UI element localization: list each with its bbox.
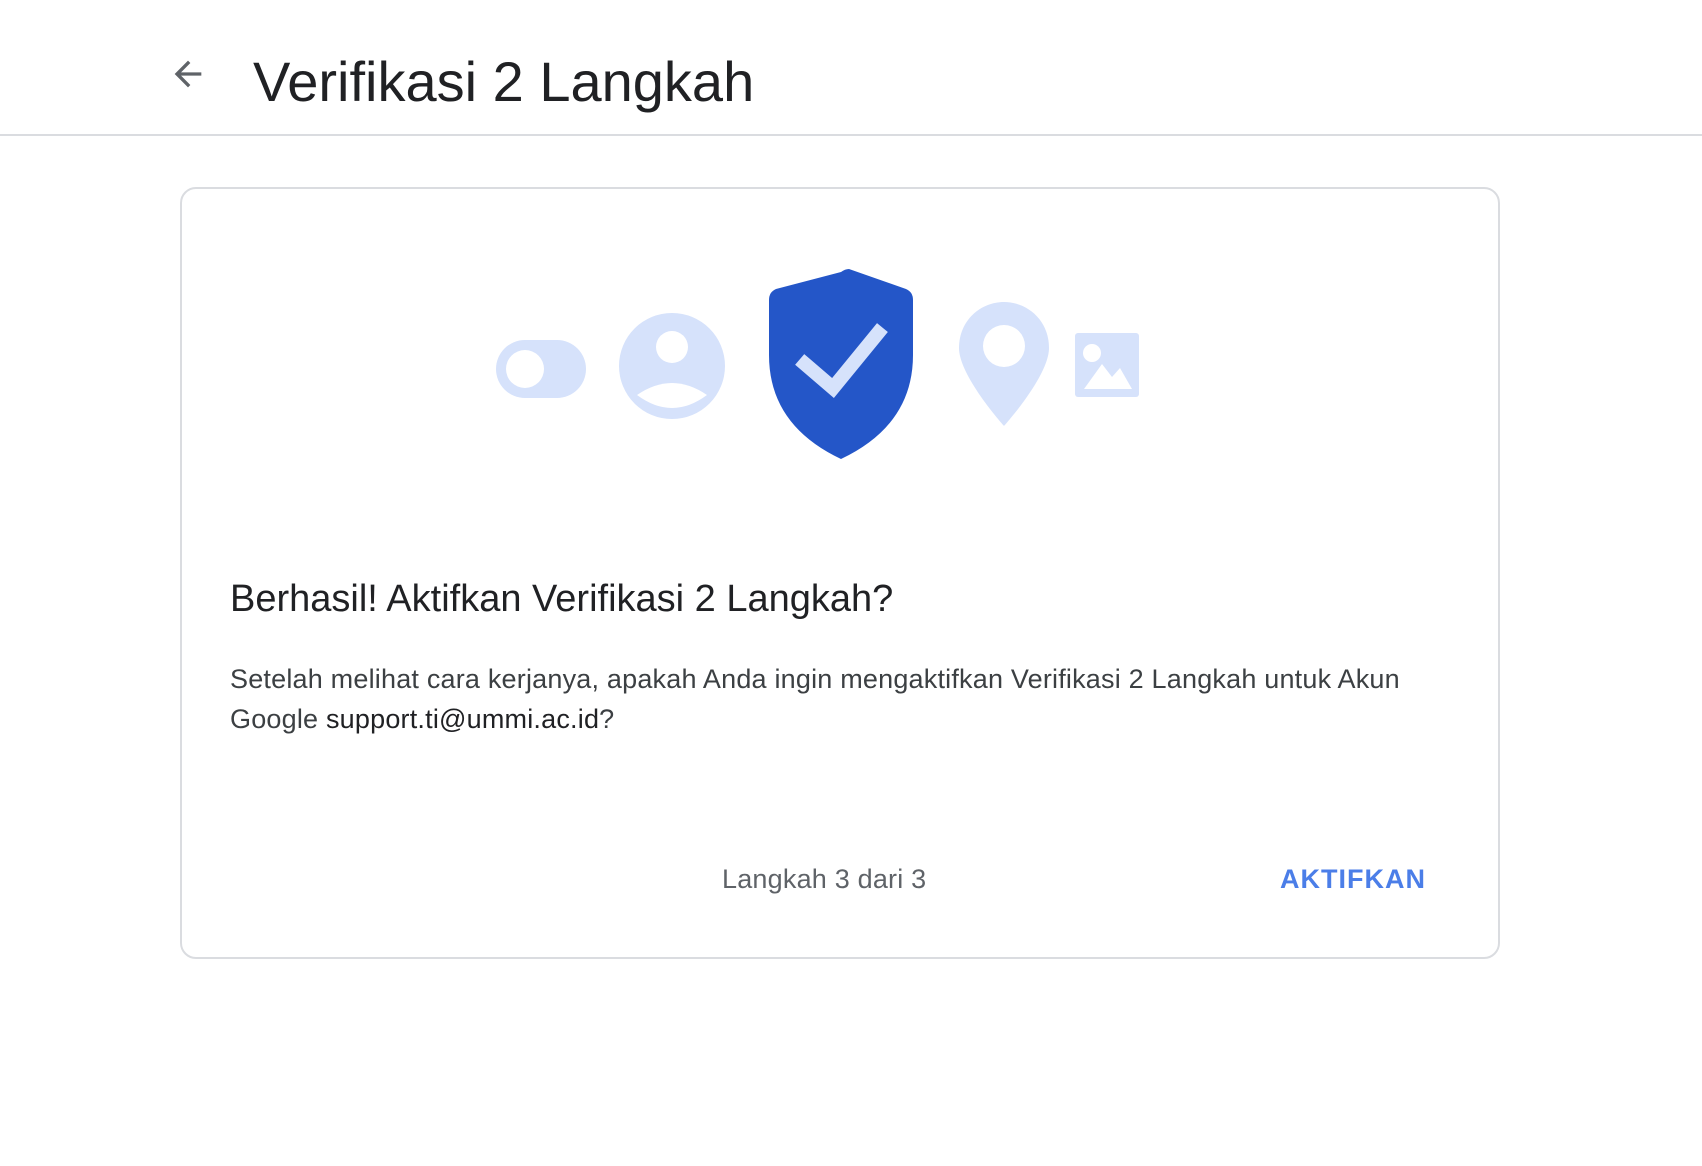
account-email: support.ti@ummi.ac.id: [325, 704, 600, 734]
security-illustration: [496, 269, 1139, 459]
app-header: Verifikasi 2 Langkah: [0, 0, 1702, 136]
shield-check-icon: [769, 269, 913, 459]
account-circle-icon: [619, 313, 725, 419]
activate-button[interactable]: AKTIFKAN: [1268, 849, 1438, 909]
card-heading: Berhasil! Aktifkan Verifikasi 2 Langkah?: [230, 578, 894, 620]
page-title: Verifikasi 2 Langkah: [253, 50, 755, 113]
step-indicator: Langkah 3 dari 3: [722, 864, 927, 894]
toggle-icon: [496, 340, 586, 398]
confirmation-card: Berhasil! Aktifkan Verifikasi 2 Langkah?…: [180, 187, 1500, 959]
image-icon: [1075, 333, 1139, 397]
arrow-back-icon: [174, 60, 202, 88]
card-description: Setelah melihat cara kerjanya, apakah An…: [230, 659, 1430, 739]
description-suffix: ?: [599, 704, 615, 734]
back-button[interactable]: [158, 44, 218, 104]
location-pin-icon: [959, 302, 1049, 426]
